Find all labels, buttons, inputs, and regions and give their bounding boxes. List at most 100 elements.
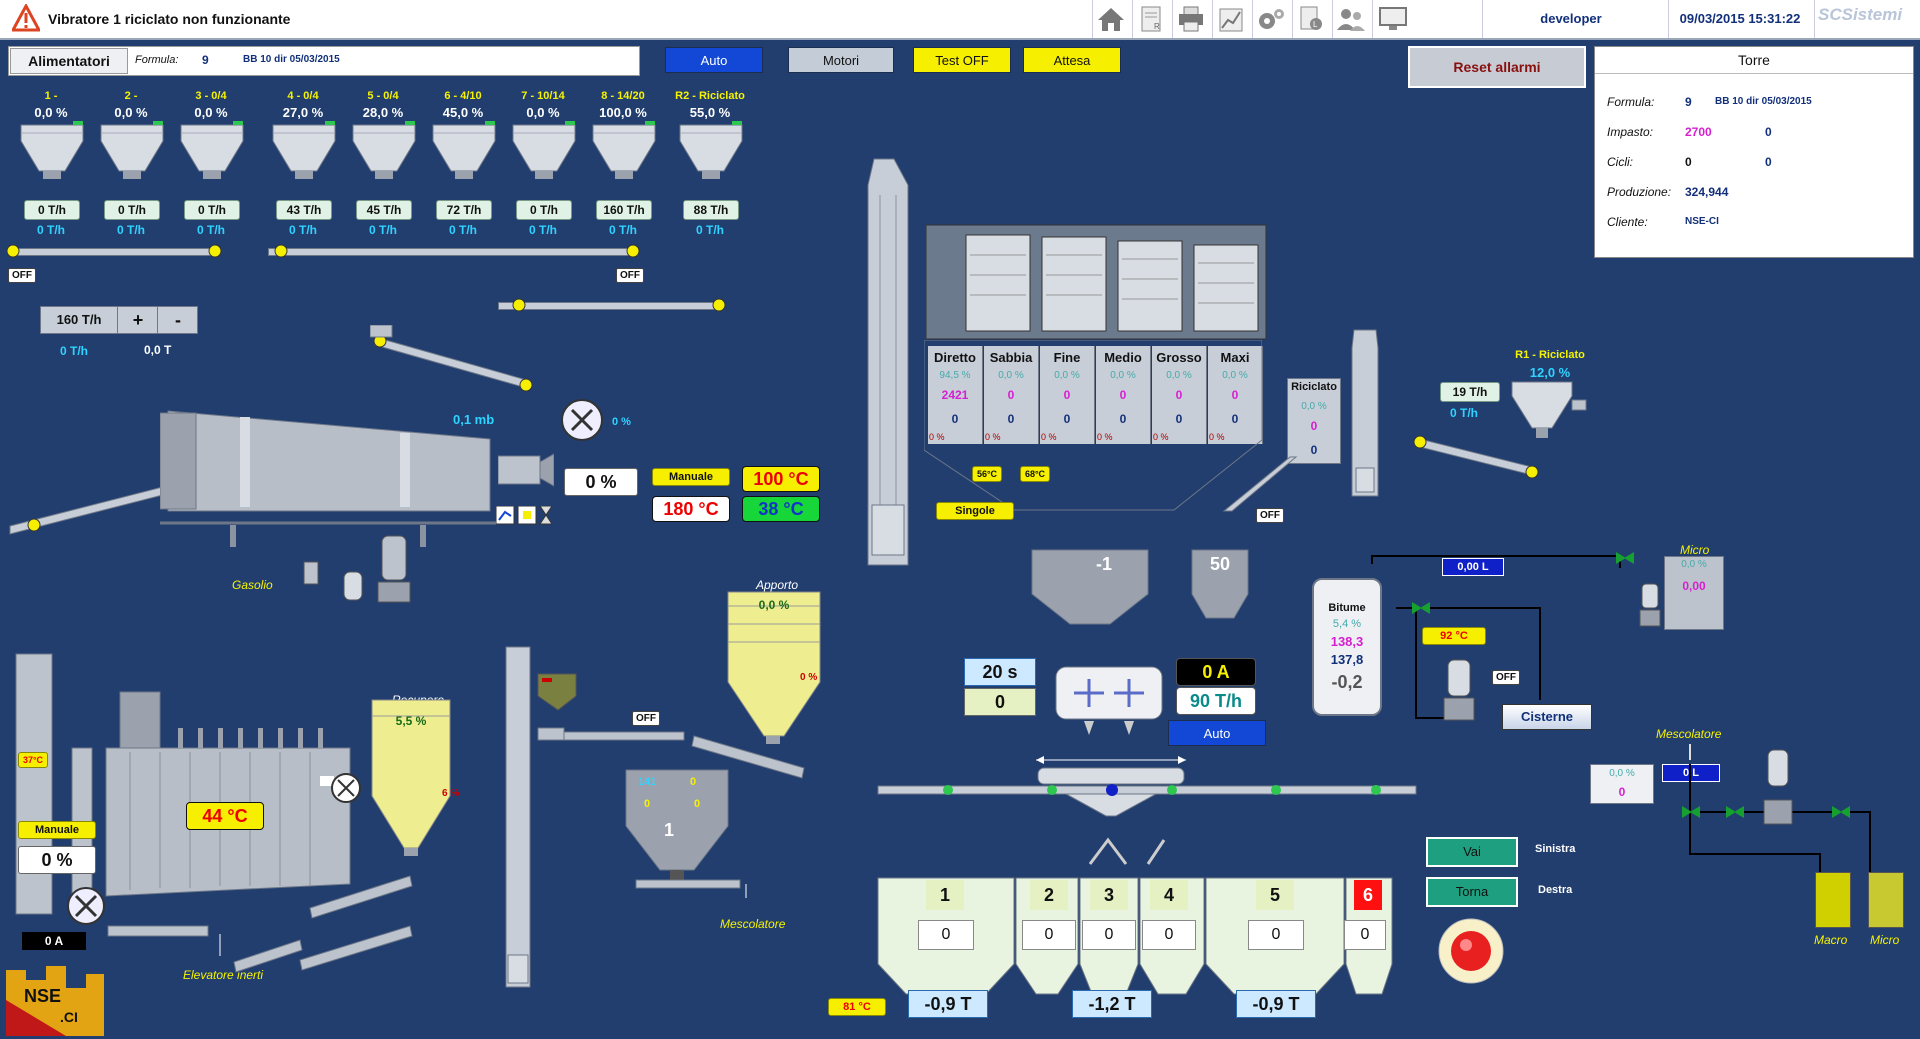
silo-value-1[interactable]: 0 [918, 920, 974, 950]
chart-icon[interactable] [1214, 4, 1248, 34]
feeder-4[interactable]: 4 - 0/4 27,0 % 43 T/h 0 T/h [265, 88, 341, 240]
mixer-rate: 90 T/h [1176, 687, 1256, 715]
temp-setpoint[interactable]: 100 °C [742, 466, 820, 492]
mix-time[interactable]: 20 s [964, 658, 1036, 686]
attesa-button[interactable]: Attesa [1023, 47, 1121, 73]
torre-cliente-label: Cliente: [1607, 215, 1648, 229]
feeder-name: 8 - 14/20 [601, 90, 645, 102]
feeder-hopper-icon [512, 121, 576, 179]
feeder-9[interactable]: R2 - Riciclato 55,0 % 88 T/h 0 T/h [672, 88, 748, 240]
feeder-belt2-off-tag[interactable]: OFF [616, 268, 644, 283]
filter-manual-button[interactable]: Manuale [18, 821, 96, 839]
feeder-setpoint[interactable]: 0 T/h [24, 200, 80, 220]
silo-number-5[interactable]: 5 [1256, 880, 1294, 910]
burner-pct-box[interactable]: 0 % [564, 468, 638, 496]
small-silo-d: 0 [694, 798, 701, 810]
feeder-2[interactable]: 2 - 0,0 % 0 T/h 0 T/h [93, 88, 169, 240]
mixer-amp: 0 A [1176, 658, 1256, 686]
silo-number-3[interactable]: 3 [1090, 880, 1128, 910]
torna-button[interactable]: Torna [1426, 877, 1518, 907]
rate-plus-button[interactable]: + [119, 307, 158, 333]
temp-exit: 180 °C [652, 496, 730, 522]
feeder-setpoint[interactable]: 0 T/h [104, 200, 160, 220]
fan-icon[interactable] [560, 398, 604, 442]
feeder-setpoint[interactable]: 88 T/h [683, 200, 739, 220]
mixer-auto-button[interactable]: Auto [1168, 720, 1266, 746]
feeder-hopper-icon [100, 121, 164, 179]
conveyor-belt-1 [12, 248, 214, 256]
bitume-piping [1371, 552, 1634, 721]
dryer-pressure: 0,1 mb [453, 412, 495, 427]
feeder-belt-off-tag[interactable]: OFF [8, 268, 36, 283]
feeder-setpoint[interactable]: 0 T/h [516, 200, 572, 220]
emergency-stop-button[interactable] [1436, 918, 1506, 984]
rate-minus-button[interactable]: - [159, 307, 197, 333]
user-name[interactable]: developer [1486, 11, 1656, 26]
feeder-1[interactable]: 1 - 0,0 % 0 T/h 0 T/h [13, 88, 89, 240]
feeder-8[interactable]: 8 - 14/20 100,0 % 160 T/h 0 T/h [585, 88, 661, 240]
filler-weight: 50 [1209, 554, 1231, 574]
reset-alarms-button[interactable]: Reset allarmi [1408, 46, 1586, 88]
small-silo-mescolatore: Mescolatore [720, 917, 786, 931]
feeder-rate-value[interactable]: 160 T/h [41, 307, 118, 333]
silo-value-3[interactable]: 0 [1082, 920, 1136, 950]
feeders-tab[interactable]: Alimentatori [10, 48, 128, 74]
burner-controls[interactable] [496, 506, 552, 526]
feeder-hopper-icon [20, 121, 84, 179]
printer-icon[interactable] [1174, 4, 1208, 34]
small-silo-c: 0 [644, 798, 651, 810]
silo-weight-3: -0,9 T [1236, 990, 1316, 1018]
test-off-button[interactable]: Test OFF [913, 47, 1011, 73]
filter-fan-icon[interactable] [318, 770, 362, 806]
home-icon[interactable] [1094, 4, 1128, 34]
feeder-setpoint[interactable]: 45 T/h [356, 200, 412, 220]
r1-setpoint[interactable]: 19 T/h [1440, 382, 1500, 402]
feeder-7[interactable]: 7 - 10/14 0,0 % 0 T/h 0 T/h [505, 88, 581, 240]
feeder-real: 0 T/h [528, 223, 557, 237]
filter-damper-pct[interactable]: 0 % [18, 846, 96, 874]
silo-number-1[interactable]: 1 [926, 880, 964, 910]
company-logo: NSE .CI [6, 966, 104, 1036]
silo-value-2[interactable]: 0 [1022, 920, 1076, 950]
report-icon[interactable]: R [1134, 4, 1168, 34]
feeder-hopper-icon [180, 121, 244, 179]
gears-icon[interactable] [1254, 4, 1288, 34]
feeder-real: 0 T/h [116, 223, 145, 237]
log-icon[interactable]: L [1294, 4, 1328, 34]
additive-pct: 0,0 % [1609, 768, 1635, 779]
feeder-setpoint[interactable]: 72 T/h [436, 200, 492, 220]
feeder-setpoint[interactable]: 160 T/h [596, 200, 652, 220]
destra-label: Destra [1538, 884, 1573, 896]
feeder-setpoint[interactable]: 43 T/h [276, 200, 332, 220]
feeder-5[interactable]: 5 - 0/4 28,0 % 45 T/h 0 T/h [345, 88, 421, 240]
auto-button[interactable]: Auto [665, 47, 763, 73]
users-icon[interactable] [1334, 4, 1368, 34]
feeder-hopper-icon [352, 121, 416, 179]
burner-manual-button[interactable]: Manuale [652, 468, 730, 486]
formula-label: Formula: [135, 54, 179, 66]
fuel-pumps [303, 535, 411, 603]
warning-icon[interactable] [12, 4, 40, 32]
feeder-6[interactable]: 6 - 4/10 45,0 % 72 T/h 0 T/h [425, 88, 501, 240]
feeder-setpoint[interactable]: 0 T/h [184, 200, 240, 220]
feeder-3[interactable]: 3 - 0/4 0,0 % 0 T/h 0 T/h [173, 88, 249, 240]
feeder-name: 7 - 10/14 [521, 90, 565, 102]
filler-screw-conveyors [107, 875, 413, 973]
silo-number-4[interactable]: 4 [1150, 880, 1188, 910]
monitor-icon[interactable] [1376, 4, 1410, 34]
vai-button[interactable]: Vai [1426, 837, 1518, 867]
feeder-pct: 55,0 % [689, 105, 731, 120]
silo-value-4[interactable]: 0 [1142, 920, 1196, 950]
feeder-hopper-icon [679, 121, 743, 179]
feeder-pct: 27,0 % [282, 105, 324, 120]
singole-button[interactable]: Singole [936, 502, 1014, 520]
silo-value-6[interactable]: 0 [1344, 920, 1386, 950]
recupero-low: 6 % [442, 788, 460, 799]
silo-number-2[interactable]: 2 [1030, 880, 1068, 910]
silo-number-6[interactable]: 6 [1354, 880, 1382, 910]
mix-count: 0 [964, 688, 1036, 716]
silo-value-5[interactable]: 0 [1248, 920, 1304, 950]
belt-roller-icon [712, 298, 726, 312]
hot-elevator [867, 158, 909, 566]
motori-button[interactable]: Motori [788, 47, 894, 73]
